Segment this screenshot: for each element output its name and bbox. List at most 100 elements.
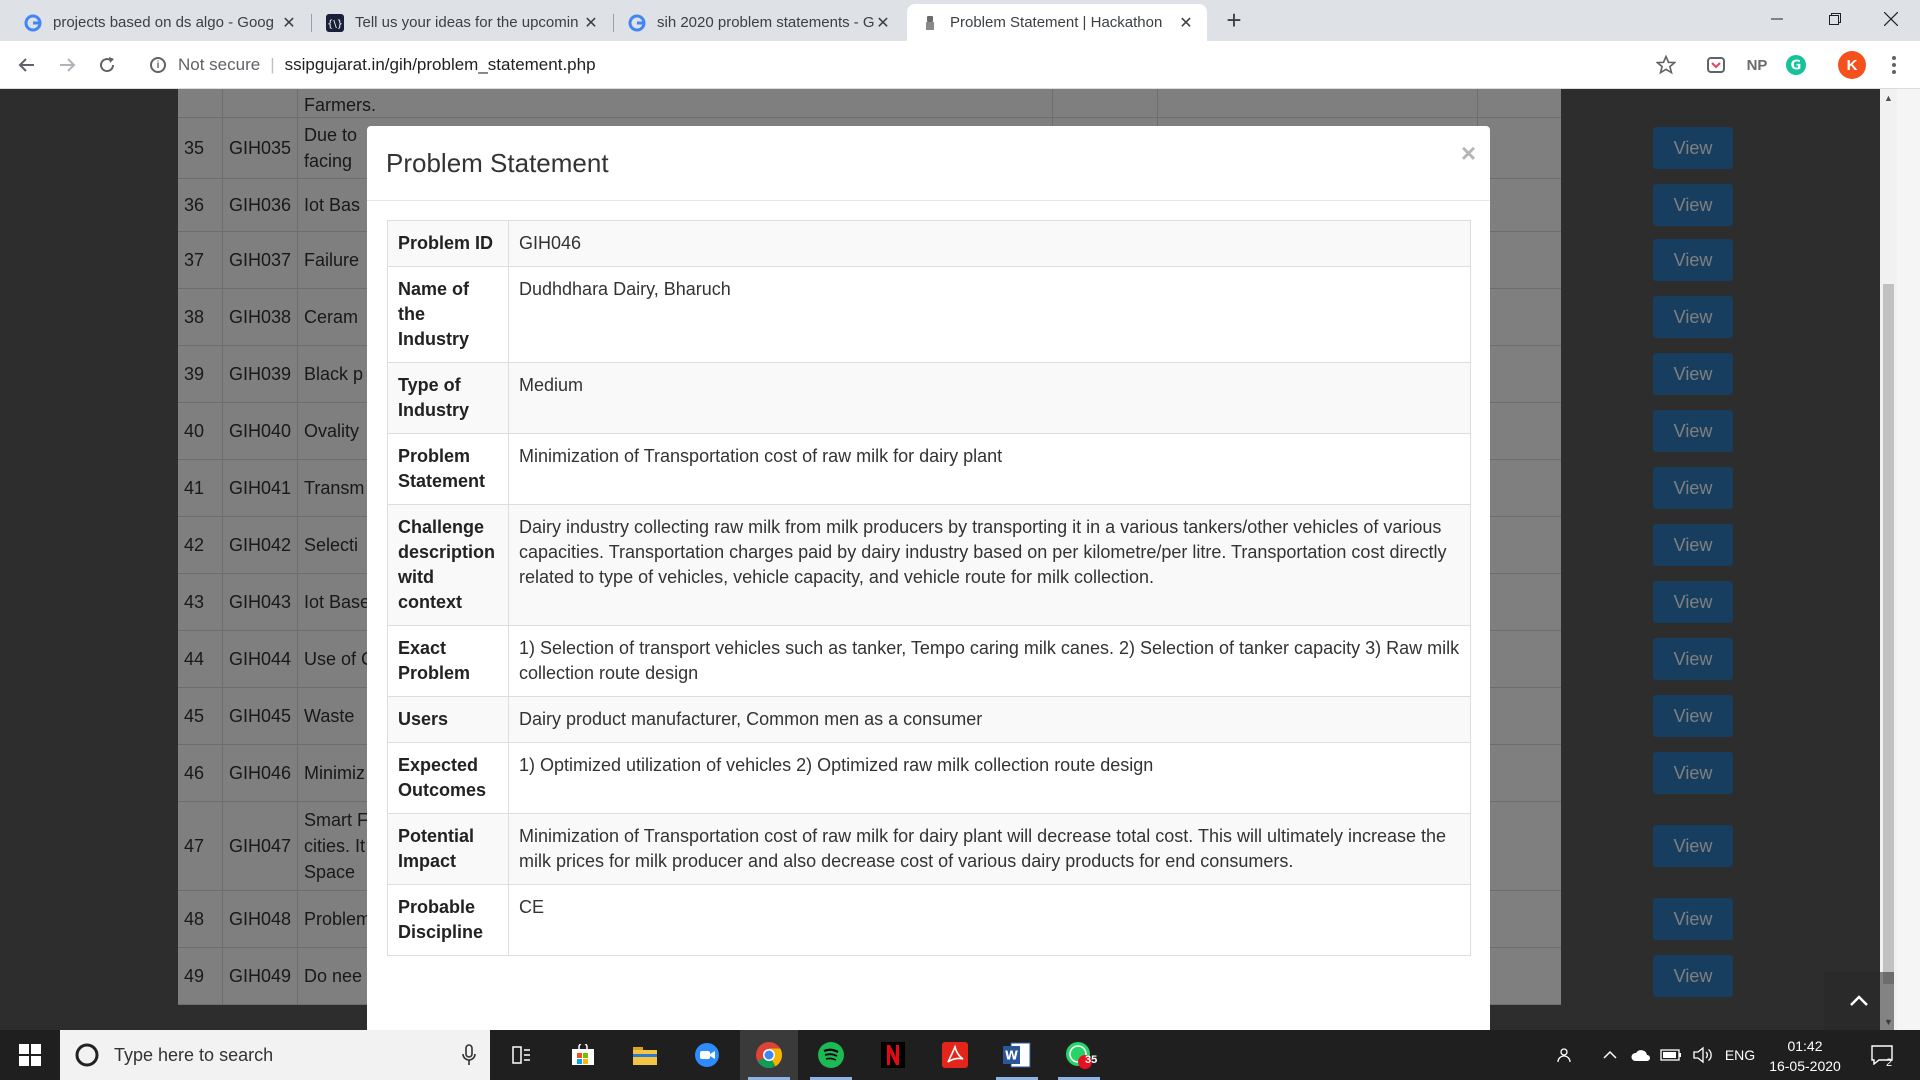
tab-google-search-2[interactable]: sih 2020 problem statements - G ✕	[614, 4, 904, 41]
store-icon[interactable]	[554, 1030, 612, 1080]
info-icon[interactable]: i	[150, 57, 166, 73]
detail-key: Exact Problem	[387, 625, 509, 697]
tab-close-icon[interactable]: ✕	[582, 14, 600, 32]
menu-kebab-icon[interactable]	[1884, 53, 1904, 77]
task-view-icon[interactable]	[492, 1030, 550, 1080]
grammarly-icon[interactable]: G	[1784, 53, 1808, 77]
taskbar-search-box[interactable]: Type here to search	[60, 1030, 490, 1080]
forward-button[interactable]	[53, 51, 81, 79]
close-icon[interactable]: ×	[1461, 138, 1476, 169]
tab-title: projects based on ds algo - Goog	[53, 14, 274, 31]
profile-avatar[interactable]: K	[1838, 51, 1866, 79]
clock-date: 16-05-2020	[1769, 1058, 1841, 1074]
detail-row: Problem Statement Minimization of Transpo…	[387, 433, 1471, 505]
microphone-icon[interactable]	[462, 1044, 476, 1066]
new-tab-button[interactable]: +	[1220, 5, 1248, 35]
site-icon: {\}	[326, 13, 344, 32]
address-bar[interactable]: i Not secure | ssipgujarat.in/gih/proble…	[140, 48, 1680, 82]
chrome-icon[interactable]	[740, 1030, 798, 1080]
detail-key: Potential Impact	[387, 813, 509, 885]
minimize-button[interactable]	[1748, 0, 1806, 38]
tab-close-icon[interactable]: ✕	[280, 14, 298, 32]
browser-toolbar: i Not secure | ssipgujarat.in/gih/proble…	[0, 41, 1920, 89]
detail-key: Users	[387, 696, 509, 743]
detail-value: Minimization of Transportation cost of r…	[508, 433, 1471, 505]
scroll-up-arrow-icon[interactable]: ▲	[1880, 89, 1897, 106]
google-icon	[24, 14, 42, 32]
language-indicator[interactable]: ENG	[1720, 1030, 1760, 1080]
windows-taskbar: Type here to search W 35 ENG 01:42 16-05…	[0, 1030, 1920, 1080]
modal-title: Problem Statement	[386, 148, 609, 178]
reload-button[interactable]	[93, 51, 121, 79]
clock[interactable]: 01:42 16-05-2020	[1760, 1036, 1850, 1076]
file-explorer-icon[interactable]	[616, 1030, 674, 1080]
detail-value: 1) Selection of transport vehicles such …	[508, 625, 1471, 697]
notification-count: 2	[1886, 1057, 1893, 1069]
emblem-icon	[921, 14, 939, 32]
detail-key: Problem Statement	[387, 433, 509, 505]
detail-key: Name of the Industry	[387, 266, 509, 363]
back-button[interactable]	[13, 51, 41, 79]
tab-close-icon[interactable]: ✕	[1177, 14, 1195, 32]
acrobat-icon[interactable]	[926, 1030, 984, 1080]
cortana-icon	[74, 1042, 100, 1068]
whatsapp-badge: 35	[1085, 1054, 1098, 1066]
whatsapp-icon[interactable]: 35	[1050, 1030, 1108, 1080]
search-placeholder: Type here to search	[114, 1044, 274, 1065]
detail-row: Exact Problem 1) Selection of transport v…	[387, 625, 1471, 697]
word-icon[interactable]: W	[988, 1030, 1046, 1080]
svg-text:{\}: {\}	[327, 19, 343, 30]
problem-details-table: Problem ID GIH046 Name of the Industry Dudh…	[387, 220, 1471, 956]
svg-text:G: G	[1791, 59, 1802, 74]
modal-header: Problem Statement ×	[367, 126, 1490, 201]
restore-button[interactable]	[1806, 0, 1864, 38]
notification-center-icon[interactable]: 2	[1862, 1030, 1902, 1080]
detail-key: Probable Discipline	[387, 884, 509, 956]
security-label: Not secure	[178, 55, 261, 74]
clock-time: 01:42	[1787, 1038, 1823, 1054]
battery-icon[interactable]	[1656, 1030, 1686, 1080]
tab-google-search-1[interactable]: projects based on ds algo - Goog ✕	[10, 4, 310, 41]
detail-value: CE	[508, 884, 1471, 956]
detail-value: Medium	[508, 362, 1471, 434]
detail-value: 1) Optimized utilization of vehicles 2) …	[508, 742, 1471, 814]
detail-value: Minimization of Transportation cost of r…	[508, 813, 1471, 885]
detail-row: Problem ID GIH046	[387, 220, 1471, 267]
onedrive-icon[interactable]	[1626, 1030, 1656, 1080]
divider: |	[270, 55, 275, 74]
pocket-icon[interactable]	[1704, 53, 1728, 77]
chevron-up-icon	[1850, 995, 1868, 1006]
detail-row: Potential Impact Minimization of Transpor…	[387, 813, 1471, 885]
np-extension-icon[interactable]: NP	[1742, 53, 1772, 77]
tab-title: Tell us your ideas for the upcomin	[355, 14, 579, 31]
people-icon[interactable]	[1552, 1030, 1580, 1080]
start-button[interactable]	[0, 1030, 60, 1080]
problem-statement-modal: Problem Statement × Problem ID GIH046 Name…	[367, 126, 1490, 1041]
detail-value: GIH046	[508, 220, 1471, 267]
scrollbar-thumb[interactable]	[1883, 284, 1894, 984]
tab-problem-statement[interactable]: Problem Statement | Hackathon ✕	[907, 4, 1207, 41]
detail-row: Challenge description witd context Dairy …	[387, 504, 1471, 626]
detail-key: Problem ID	[387, 220, 509, 267]
chevron-up-icon[interactable]	[1598, 1030, 1622, 1080]
tab-ideas[interactable]: {\} Tell us your ideas for the upcomin ✕	[312, 4, 612, 41]
tab-close-icon[interactable]: ✕	[874, 14, 892, 32]
close-window-button[interactable]	[1862, 0, 1920, 38]
windows-logo-icon	[19, 1044, 41, 1066]
detail-key: Type of Industry	[387, 362, 509, 434]
detail-key: Challenge description witd context	[387, 504, 509, 626]
page-scrollbar[interactable]: ▲ ▼	[1880, 89, 1897, 1030]
tab-title: sih 2020 problem statements - G	[657, 14, 874, 31]
volume-icon[interactable]	[1688, 1030, 1718, 1080]
zoom-icon[interactable]	[678, 1030, 736, 1080]
detail-row: Type of Industry Medium	[387, 362, 1471, 434]
bookmark-star-icon[interactable]	[1654, 53, 1678, 77]
detail-value: Dairy industry collecting raw milk from …	[508, 504, 1471, 626]
detail-value: Dairy product manufacturer, Common men a…	[508, 696, 1471, 743]
url-text: ssipgujarat.in/gih/problem_statement.php	[284, 55, 596, 74]
spotify-icon[interactable]	[802, 1030, 860, 1080]
back-to-top-button[interactable]	[1824, 972, 1894, 1030]
google-icon	[628, 14, 646, 32]
svg-text:W: W	[1005, 1049, 1018, 1063]
netflix-icon[interactable]	[864, 1030, 922, 1080]
